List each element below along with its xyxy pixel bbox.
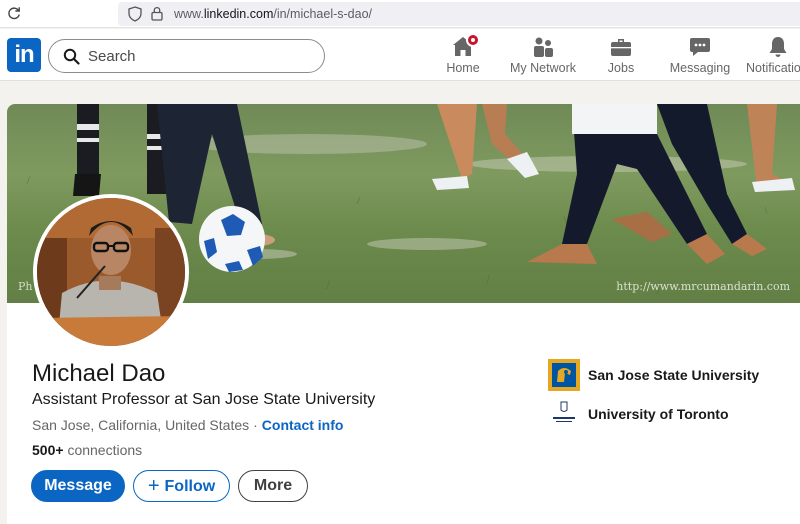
follow-button[interactable]: + Follow [133, 470, 230, 502]
plus-icon: + [147, 475, 160, 497]
shield-icon[interactable] [128, 6, 142, 22]
briefcase-icon [611, 39, 631, 56]
nav-notifications[interactable]: Notificatio [746, 33, 800, 79]
profile-headline: Assistant Professor at San Jose State Un… [32, 391, 376, 408]
bell-icon [769, 37, 787, 57]
notification-badge [466, 33, 480, 47]
global-nav: in Home My Network Jobs [0, 29, 800, 81]
connections-label: connections [67, 442, 143, 458]
location-row: San Jose, California, United States · Cont… [32, 417, 343, 433]
more-button[interactable]: More [238, 470, 308, 502]
message-button[interactable]: Message [31, 470, 125, 502]
nav-messaging[interactable]: Messaging [668, 33, 732, 79]
nav-messaging-label: Messaging [669, 61, 731, 75]
avatar[interactable] [33, 194, 189, 350]
education-name: San Jose State University [588, 367, 760, 383]
profile-location: San Jose, California, United States [32, 417, 250, 433]
nav-notifications-label: Notificatio [746, 61, 800, 75]
reload-icon[interactable] [6, 5, 22, 21]
url-domain: linkedin.com [203, 7, 274, 21]
follow-label: Follow [164, 478, 216, 495]
search-box[interactable] [48, 39, 325, 73]
connections-count[interactable]: 500+ connections [32, 442, 142, 458]
education-name: University of Toronto [588, 406, 729, 422]
nav-my-network-label: My Network [510, 61, 576, 75]
avatar-photo [37, 198, 185, 346]
nav-jobs[interactable]: Jobs [600, 33, 642, 79]
browser-address-bar: www.linkedin.com/in/michael-s-dao/ [0, 0, 800, 28]
banner-corner-text: Ph [18, 280, 33, 293]
uoft-logo [548, 398, 580, 430]
education-item-sjsu[interactable]: San Jose State University [548, 359, 798, 391]
connections-number: 500+ [32, 442, 64, 458]
banner-watermark: http://www.mrcumandarin.com [616, 280, 790, 293]
contact-info-link[interactable]: Contact info [262, 417, 344, 433]
profile-card: Ph http://www.mrcumandarin.com Michael D… [7, 104, 800, 524]
nav-home-label: Home [446, 61, 480, 75]
nav-jobs-label: Jobs [607, 61, 635, 75]
network-icon [534, 37, 553, 57]
location-separator: · [253, 417, 258, 433]
profile-name: Michael Dao [32, 360, 166, 387]
linkedin-logo[interactable]: in [7, 38, 41, 72]
nav-home[interactable]: Home [437, 33, 489, 79]
url-path: /in/michael-s-dao/ [273, 7, 373, 21]
url-text[interactable]: www.linkedin.com/in/michael-s-dao/ [174, 7, 372, 21]
nav-my-network[interactable]: My Network [505, 33, 581, 79]
sjsu-logo [548, 359, 580, 391]
search-icon [63, 48, 80, 65]
lock-icon[interactable] [151, 6, 163, 21]
messaging-icon [690, 38, 710, 56]
search-input[interactable] [88, 45, 308, 67]
url-prefix: www. [174, 7, 204, 21]
education-item-uoft[interactable]: University of Toronto [548, 398, 798, 430]
